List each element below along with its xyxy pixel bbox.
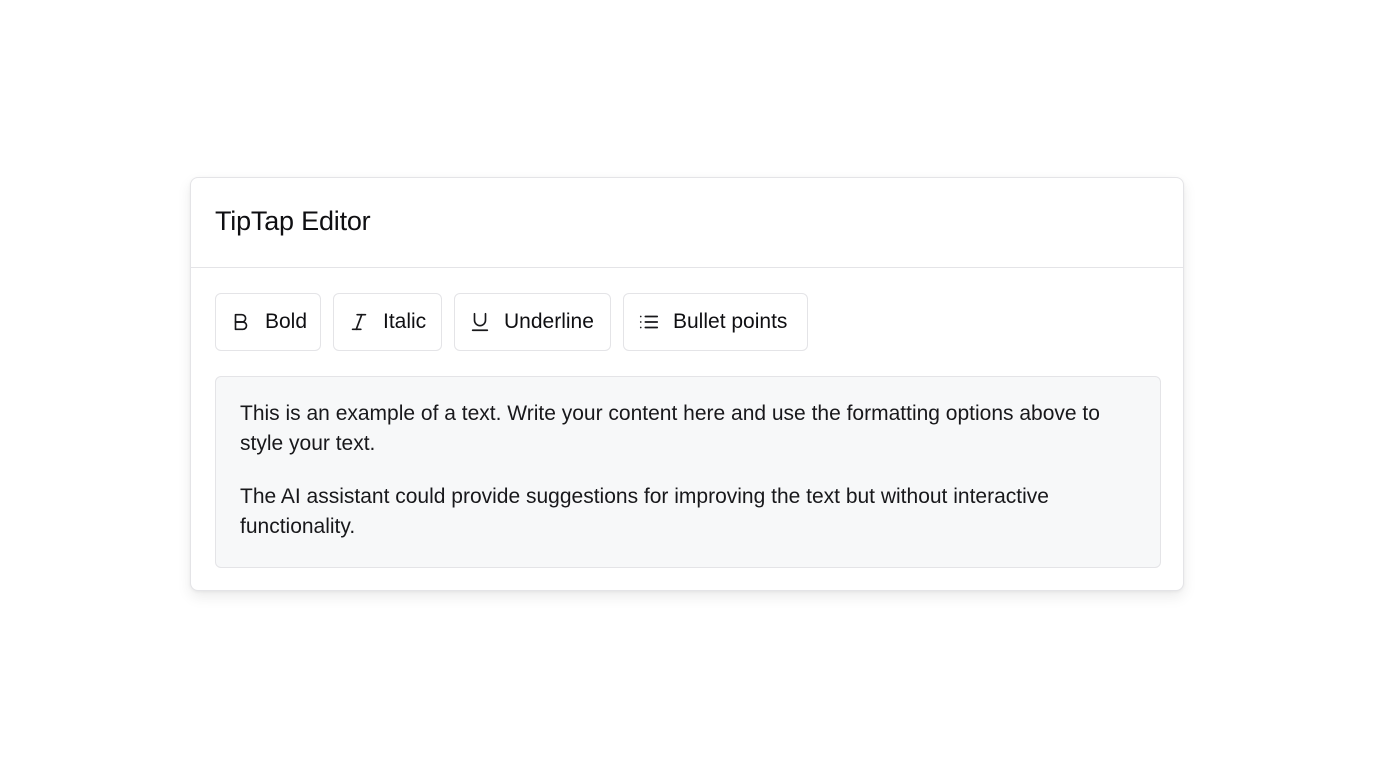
formatting-toolbar: Bold Italic Underline Bullet points (215, 293, 808, 351)
bullet-points-button[interactable]: Bullet points (623, 293, 808, 351)
italic-button[interactable]: Italic (333, 293, 442, 351)
bullet-points-button-label: Bullet points (673, 310, 788, 333)
page-title: TipTap Editor (215, 206, 371, 236)
editor-paragraph: This is an example of a text. Write your… (240, 402, 1100, 455)
editor-content[interactable]: This is an example of a text. Write your… (215, 376, 1161, 568)
italic-button-label: Italic (383, 310, 427, 333)
list-icon (638, 311, 660, 333)
underline-button[interactable]: Underline (454, 293, 611, 351)
underline-button-label: Underline (504, 310, 594, 333)
bold-button[interactable]: Bold (215, 293, 321, 351)
underline-icon (469, 311, 491, 333)
italic-icon (348, 311, 370, 333)
bold-icon (230, 311, 252, 333)
editor-card: TipTap Editor Bold Italic Underline Bull… (190, 177, 1184, 591)
editor-paragraph: The AI assistant could provide suggestio… (240, 485, 1049, 538)
bold-button-label: Bold (265, 310, 308, 333)
card-header: TipTap Editor (191, 178, 1183, 268)
